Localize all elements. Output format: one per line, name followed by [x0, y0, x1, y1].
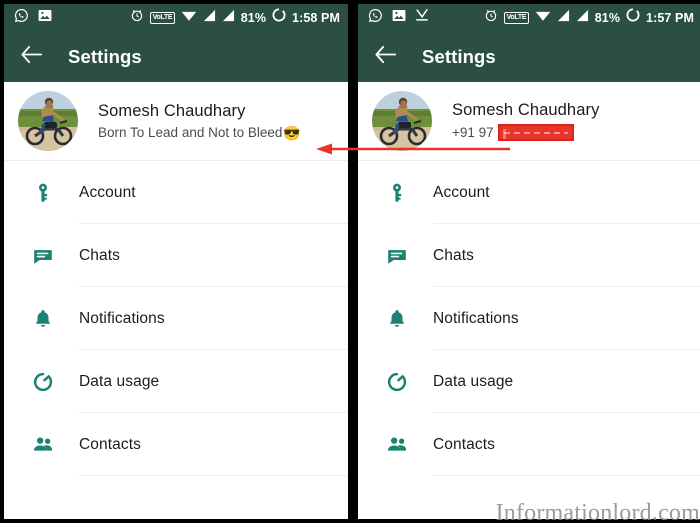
contacts-icon: [384, 432, 410, 458]
profile-phone-number: +91 97: [452, 124, 599, 141]
sidebar-item-account[interactable]: Account: [358, 161, 700, 224]
data-usage-icon: [30, 369, 56, 395]
profile-phone-prefix: +91 97: [452, 125, 494, 140]
settings-list-right: Account Chats Notifications Data usage C…: [358, 161, 700, 476]
status-bar-left-icons-right: [368, 8, 429, 28]
sidebar-item-label: Contacts: [433, 435, 495, 453]
sidebar-item-label: Notifications: [79, 309, 165, 327]
phone-panel-right: VoLTE 81% 1:57 PM Settings Somesh Chaudh…: [358, 4, 700, 519]
status-bar-right-icons-right: VoLTE 81% 1:57 PM: [484, 8, 694, 27]
sidebar-item-label: Account: [433, 183, 490, 201]
sidebar-item-notifications[interactable]: Notifications: [4, 287, 348, 350]
profile-texts-right: Somesh Chaudhary +91 97: [452, 101, 599, 141]
avatar[interactable]: [18, 91, 78, 151]
page-title: Settings: [68, 45, 142, 67]
avatar-photo: [18, 91, 78, 151]
battery-percent-left: 81%: [240, 10, 267, 25]
sidebar-item-label: Contacts: [79, 435, 141, 453]
clock-left: 1:58 PM: [292, 10, 340, 25]
back-arrow-icon[interactable]: [21, 45, 43, 69]
battery-percent-right: 81%: [594, 10, 621, 25]
sidebar-item-contacts[interactable]: Contacts: [358, 413, 700, 476]
profile-status: Born To Lead and Not to Bleed 😎: [98, 125, 301, 140]
sunglasses-emoji-icon: 😎: [283, 124, 301, 141]
contacts-icon: [30, 432, 56, 458]
sidebar-item-chats[interactable]: Chats: [4, 224, 348, 287]
sidebar-item-data-usage[interactable]: Data usage: [4, 350, 348, 413]
sidebar-item-chats[interactable]: Chats: [358, 224, 700, 287]
sidebar-item-label: Data usage: [433, 372, 514, 390]
status-bar-right: VoLTE 81% 1:57 PM: [358, 4, 700, 31]
avatar-photo: [372, 91, 432, 151]
chat-bubble-icon: [30, 243, 56, 269]
status-bar-left-icons: [14, 8, 52, 28]
profile-row-left[interactable]: Somesh Chaudhary Born To Lead and Not to…: [4, 82, 348, 161]
chat-bubble-icon: [384, 243, 410, 269]
back-arrow-icon[interactable]: [375, 45, 397, 69]
screenshot-root: VoLTE 81% 1:58 PM Settings Somesh Chaudh…: [0, 0, 700, 523]
wifi-icon: [535, 9, 551, 27]
data-usage-icon: [384, 369, 410, 395]
app-bar-right: Settings: [358, 31, 700, 82]
volte-badge: VoLTE: [150, 11, 175, 24]
download-complete-icon: [415, 8, 429, 27]
sidebar-item-data-usage[interactable]: Data usage: [358, 350, 700, 413]
signal-icon-2: [222, 9, 235, 27]
sidebar-item-notifications[interactable]: Notifications: [358, 287, 700, 350]
wifi-icon: [181, 9, 197, 27]
sidebar-item-account[interactable]: Account: [4, 161, 348, 224]
battery-ring-icon: [626, 8, 640, 27]
watermark: Informationlord.com: [495, 500, 700, 523]
phone-panel-left: VoLTE 81% 1:58 PM Settings Somesh Chaudh…: [4, 4, 348, 519]
avatar[interactable]: [372, 91, 432, 151]
app-bar-left: Settings: [4, 31, 348, 82]
alarm-icon: [130, 8, 144, 27]
whatsapp-icon: [368, 8, 383, 28]
signal-icon-1: [557, 9, 570, 27]
sidebar-item-label: Account: [79, 183, 136, 201]
status-bar-left: VoLTE 81% 1:58 PM: [4, 4, 348, 31]
alarm-icon: [484, 8, 498, 27]
key-icon: [30, 180, 56, 206]
sidebar-item-label: Chats: [79, 246, 120, 264]
profile-row-right[interactable]: Somesh Chaudhary +91 97: [358, 82, 700, 161]
bell-icon: [384, 306, 410, 332]
image-icon: [392, 9, 406, 27]
signal-icon-2: [576, 9, 589, 27]
page-title: Settings: [422, 45, 496, 67]
battery-ring-icon: [272, 8, 286, 27]
settings-list-left: Account Chats Notifications Data usage C…: [4, 161, 348, 476]
sidebar-item-label: Chats: [433, 246, 474, 264]
key-icon: [384, 180, 410, 206]
profile-name: Somesh Chaudhary: [452, 101, 600, 119]
whatsapp-icon: [14, 8, 29, 28]
clock-right: 1:57 PM: [646, 10, 694, 25]
profile-texts-left: Somesh Chaudhary Born To Lead and Not to…: [98, 102, 301, 140]
bell-icon: [30, 306, 56, 332]
volte-badge: VoLTE: [504, 11, 529, 24]
status-bar-right-icons-left: VoLTE 81% 1:58 PM: [130, 8, 340, 27]
image-icon: [38, 9, 52, 27]
sidebar-item-label: Notifications: [433, 309, 519, 327]
sidebar-item-contacts[interactable]: Contacts: [4, 413, 348, 476]
sidebar-item-label: Data usage: [79, 372, 160, 390]
profile-status-text: Born To Lead and Not to Bleed: [98, 125, 283, 140]
signal-icon-1: [203, 9, 216, 27]
profile-name: Somesh Chaudhary: [98, 102, 246, 120]
phone-number-redaction-box: [497, 124, 574, 141]
